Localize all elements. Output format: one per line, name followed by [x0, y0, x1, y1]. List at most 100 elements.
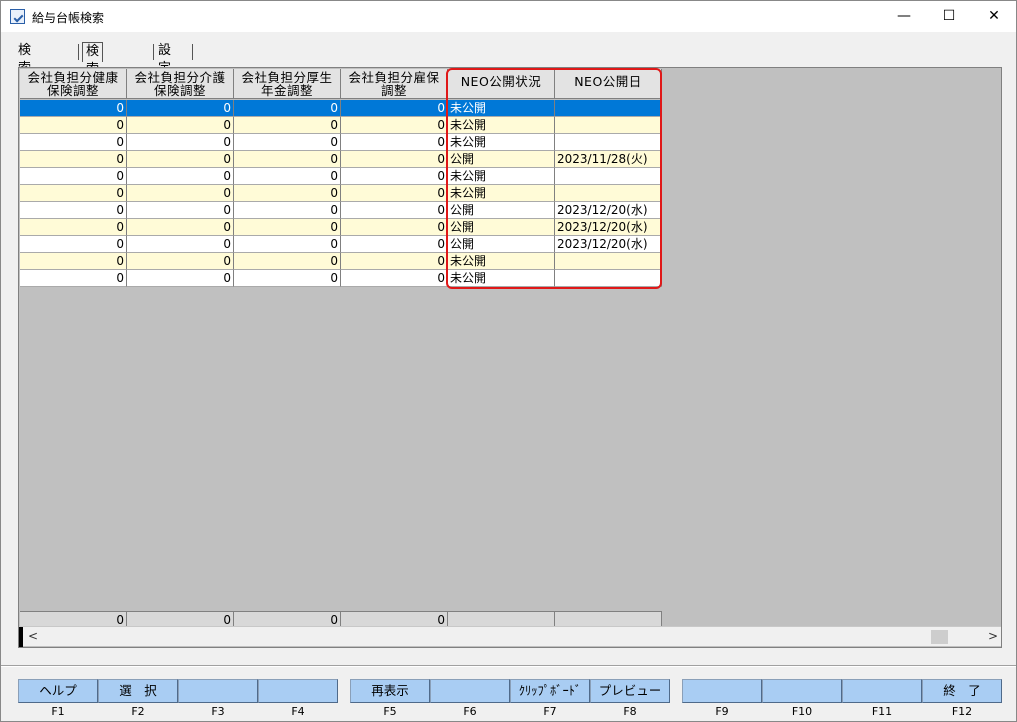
table-cell-pension-adj[interactable]: 0: [234, 168, 341, 185]
table-cell-health-adj[interactable]: 0: [20, 253, 127, 270]
table-cell-neo-status[interactable]: 未公開: [448, 185, 555, 202]
table-cell-neo-status[interactable]: 公開: [448, 202, 555, 219]
fkey-button-f4[interactable]: [258, 679, 338, 703]
table-cell-neo-date[interactable]: [555, 253, 662, 270]
table-cell-care-adj[interactable]: 0: [127, 151, 234, 168]
table-cell-employment-adj[interactable]: 0: [341, 270, 448, 287]
table-cell-pension-adj[interactable]: 0: [234, 219, 341, 236]
maximize-button[interactable]: ☐: [926, 1, 972, 32]
fkey-label-f2: F2: [131, 705, 145, 718]
fkey-button-f3[interactable]: [178, 679, 258, 703]
table-cell-neo-status[interactable]: 公開: [448, 219, 555, 236]
table-cell-employment-adj[interactable]: 0: [341, 219, 448, 236]
table-cell-pension-adj[interactable]: 0: [234, 185, 341, 202]
column-header-health-adj[interactable]: 会社負担分健康 保険調整: [20, 69, 127, 99]
table-cell-employment-adj[interactable]: 0: [341, 185, 448, 202]
table-cell-neo-date[interactable]: [555, 185, 662, 202]
column-header-care-adj[interactable]: 会社負担分介護 保険調整: [127, 69, 234, 99]
table-cell-neo-date[interactable]: [555, 168, 662, 185]
table-cell-pension-adj[interactable]: 0: [234, 270, 341, 287]
table-cell-care-adj[interactable]: 0: [127, 134, 234, 151]
column-header-label: NEO公開状況: [460, 74, 542, 89]
table-cell-pension-adj[interactable]: 0: [234, 151, 341, 168]
table-cell-health-adj[interactable]: 0: [20, 270, 127, 287]
column-header-neo-date[interactable]: NEO公開日: [555, 69, 662, 99]
table-cell-neo-date[interactable]: [555, 117, 662, 134]
table-cell-neo-date[interactable]: 2023/12/20(水): [555, 202, 662, 219]
table-cell-care-adj[interactable]: 0: [127, 185, 234, 202]
table-cell-pension-adj[interactable]: 0: [234, 236, 341, 253]
table-cell-health-adj[interactable]: 0: [20, 236, 127, 253]
fkey-button-f1[interactable]: ヘルプ: [18, 679, 98, 703]
fkey-button-f9[interactable]: [682, 679, 762, 703]
table-cell-employment-adj[interactable]: 0: [341, 168, 448, 185]
table-cell-care-adj[interactable]: 0: [127, 100, 234, 117]
table-cell-care-adj[interactable]: 0: [127, 219, 234, 236]
table-cell-neo-status[interactable]: 未公開: [448, 117, 555, 134]
table-cell-employment-adj[interactable]: 0: [341, 117, 448, 134]
fkey-button-f10[interactable]: [762, 679, 842, 703]
table-cell-neo-date[interactable]: 2023/12/20(水): [555, 236, 662, 253]
table-cell-neo-status[interactable]: 公開: [448, 151, 555, 168]
fkey-button-f5[interactable]: 再表示: [350, 679, 430, 703]
table-cell-neo-status[interactable]: 未公開: [448, 100, 555, 117]
tab-search-results[interactable]: 検索結果: [82, 42, 104, 113]
table-cell-care-adj[interactable]: 0: [127, 117, 234, 134]
results-grid[interactable]: 会社負担分健康 保険調整 会社負担分介護 保険調整 会社負担分厚生 年金調整 会社負担分雇保…: [18, 67, 1002, 648]
fkey-label-f12: F12: [951, 705, 973, 718]
horizontal-scrollbar[interactable]: < >: [19, 626, 1001, 647]
table-cell-pension-adj[interactable]: 0: [234, 202, 341, 219]
fkey-button-f2[interactable]: 選 択: [98, 679, 178, 703]
table-cell-neo-date[interactable]: 2023/11/28(火): [555, 151, 662, 168]
fkey-button-f7[interactable]: ｸﾘｯﾌﾟﾎﾞｰﾄﾞ: [510, 679, 590, 703]
table-cell-pension-adj[interactable]: 0: [234, 134, 341, 151]
table-cell-employment-adj[interactable]: 0: [341, 253, 448, 270]
table-cell-neo-status[interactable]: 未公開: [448, 253, 555, 270]
fkey-button-f8[interactable]: プレビュー: [590, 679, 670, 703]
table-cell-health-adj[interactable]: 0: [20, 151, 127, 168]
table-cell-health-adj[interactable]: 0: [20, 134, 127, 151]
table-cell-neo-date[interactable]: [555, 100, 662, 117]
table-cell-care-adj[interactable]: 0: [127, 270, 234, 287]
table-cell-health-adj[interactable]: 0: [20, 202, 127, 219]
scroll-marker: [19, 627, 23, 647]
close-button[interactable]: ✕: [971, 1, 1017, 32]
fkey-button-f11[interactable]: [842, 679, 922, 703]
table-cell-employment-adj[interactable]: 0: [341, 236, 448, 253]
table-cell-pension-adj[interactable]: 0: [234, 117, 341, 134]
scroll-thumb[interactable]: [931, 630, 948, 644]
column-header-pension-adj[interactable]: 会社負担分厚生 年金調整: [234, 69, 341, 99]
table-cell-health-adj[interactable]: 0: [20, 117, 127, 134]
table-cell-employment-adj[interactable]: 0: [341, 134, 448, 151]
table-cell-neo-status[interactable]: 公開: [448, 236, 555, 253]
table-cell-neo-status[interactable]: 未公開: [448, 168, 555, 185]
table-cell-pension-adj[interactable]: 0: [234, 100, 341, 117]
table-cell-neo-date[interactable]: 2023/12/20(水): [555, 219, 662, 236]
scroll-right-arrow[interactable]: >: [988, 629, 998, 643]
fkey-label-f9: F9: [715, 705, 729, 718]
column-header-employment-adj[interactable]: 会社負担分雇保 調整: [341, 69, 448, 99]
table-cell-care-adj[interactable]: 0: [127, 253, 234, 270]
fkey-button-f12[interactable]: 終 了: [922, 679, 1002, 703]
tab-search-conditions[interactable]: 検索条件: [15, 42, 34, 112]
column-header-neo-status[interactable]: NEO公開状況: [448, 69, 555, 99]
table-cell-care-adj[interactable]: 0: [127, 236, 234, 253]
table-cell-employment-adj[interactable]: 0: [341, 100, 448, 117]
table-cell-pension-adj[interactable]: 0: [234, 253, 341, 270]
table-cell-care-adj[interactable]: 0: [127, 202, 234, 219]
table-cell-health-adj[interactable]: 0: [20, 219, 127, 236]
tab-settings[interactable]: 設定: [155, 42, 174, 76]
table-cell-neo-date[interactable]: [555, 134, 662, 151]
table-cell-health-adj[interactable]: 0: [20, 168, 127, 185]
minimize-button[interactable]: —: [881, 1, 927, 32]
scroll-left-arrow[interactable]: <: [28, 629, 38, 643]
table-cell-neo-status[interactable]: 未公開: [448, 134, 555, 151]
table-cell-health-adj[interactable]: 0: [20, 100, 127, 117]
table-cell-neo-date[interactable]: [555, 270, 662, 287]
table-cell-health-adj[interactable]: 0: [20, 185, 127, 202]
table-cell-employment-adj[interactable]: 0: [341, 202, 448, 219]
table-cell-employment-adj[interactable]: 0: [341, 151, 448, 168]
table-cell-care-adj[interactable]: 0: [127, 168, 234, 185]
fkey-button-f6[interactable]: [430, 679, 510, 703]
table-cell-neo-status[interactable]: 未公開: [448, 270, 555, 287]
